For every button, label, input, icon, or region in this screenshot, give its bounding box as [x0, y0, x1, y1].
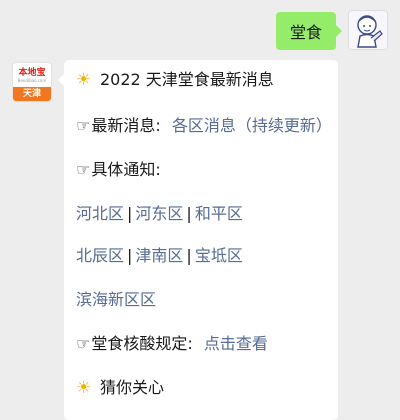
districts-row-3: 滨海新区区 — [76, 290, 156, 310]
user-message-bubble[interactable]: 堂食 — [275, 12, 343, 50]
message-title-line: ☀ 2022 天津堂食最新消息 — [76, 70, 274, 90]
latest-news-link[interactable]: 各区消息（持续更新） — [172, 116, 332, 135]
district-link-hebei[interactable]: 河北区 — [76, 204, 124, 223]
district-link-baodi[interactable]: 宝坻区 — [195, 246, 243, 265]
guess-label[interactable]: 猜你关心 — [100, 378, 164, 397]
districts-row-1: 河北区 | 河东区 | 和平区 — [76, 204, 243, 224]
district-link-jinnan[interactable]: 津南区 — [135, 246, 183, 265]
separator: | — [127, 204, 133, 223]
guess-line: ☀ 猜你关心 — [76, 378, 164, 398]
pointing-hand-icon: ☞ — [76, 334, 91, 353]
user-message-text: 堂食 — [289, 23, 322, 42]
pointing-hand-icon: ☞ — [76, 116, 91, 135]
districts-row-2: 北辰区 | 津南区 | 宝坻区 — [76, 246, 243, 266]
sun-icon: ☀ — [76, 378, 92, 398]
cartoon-avatar-icon — [349, 11, 387, 49]
latest-label: 最新消息: — [91, 116, 161, 135]
logo-name: 本地宝 — [18, 67, 46, 78]
sun-icon: ☀ — [76, 70, 92, 90]
district-link-beichen[interactable]: 北辰区 — [76, 246, 124, 265]
separator: | — [186, 204, 192, 223]
bot-avatar-logo[interactable]: 本地宝 Bendibao.com 天津 — [12, 62, 52, 102]
district-link-heping[interactable]: 和平区 — [195, 204, 243, 223]
rule-label: 堂食核酸规定: — [91, 334, 193, 353]
separator: | — [127, 246, 133, 265]
logo-city: 天津 — [13, 87, 51, 101]
rule-line: ☞堂食核酸规定: 点击查看 — [76, 334, 268, 354]
logo-top: 本地宝 Bendibao.com — [13, 63, 51, 87]
bot-message-bubble: ☀ 2022 天津堂食最新消息 ☞最新消息: 各区消息（持续更新） ☞具体通知: … — [58, 60, 338, 420]
latest-news-line: ☞最新消息: 各区消息（持续更新） — [76, 116, 332, 136]
notice-label: 具体通知: — [91, 160, 161, 179]
pointing-hand-icon: ☞ — [76, 160, 91, 179]
user-avatar[interactable] — [348, 10, 388, 50]
rule-link[interactable]: 点击查看 — [204, 334, 268, 353]
notice-line: ☞具体通知: — [76, 160, 161, 180]
message-title: 2022 天津堂食最新消息 — [100, 70, 274, 89]
logo-url: Bendibao.com — [17, 77, 47, 83]
separator: | — [186, 246, 192, 265]
district-link-binhai[interactable]: 滨海新区区 — [76, 290, 156, 309]
district-link-hedong[interactable]: 河东区 — [135, 204, 183, 223]
